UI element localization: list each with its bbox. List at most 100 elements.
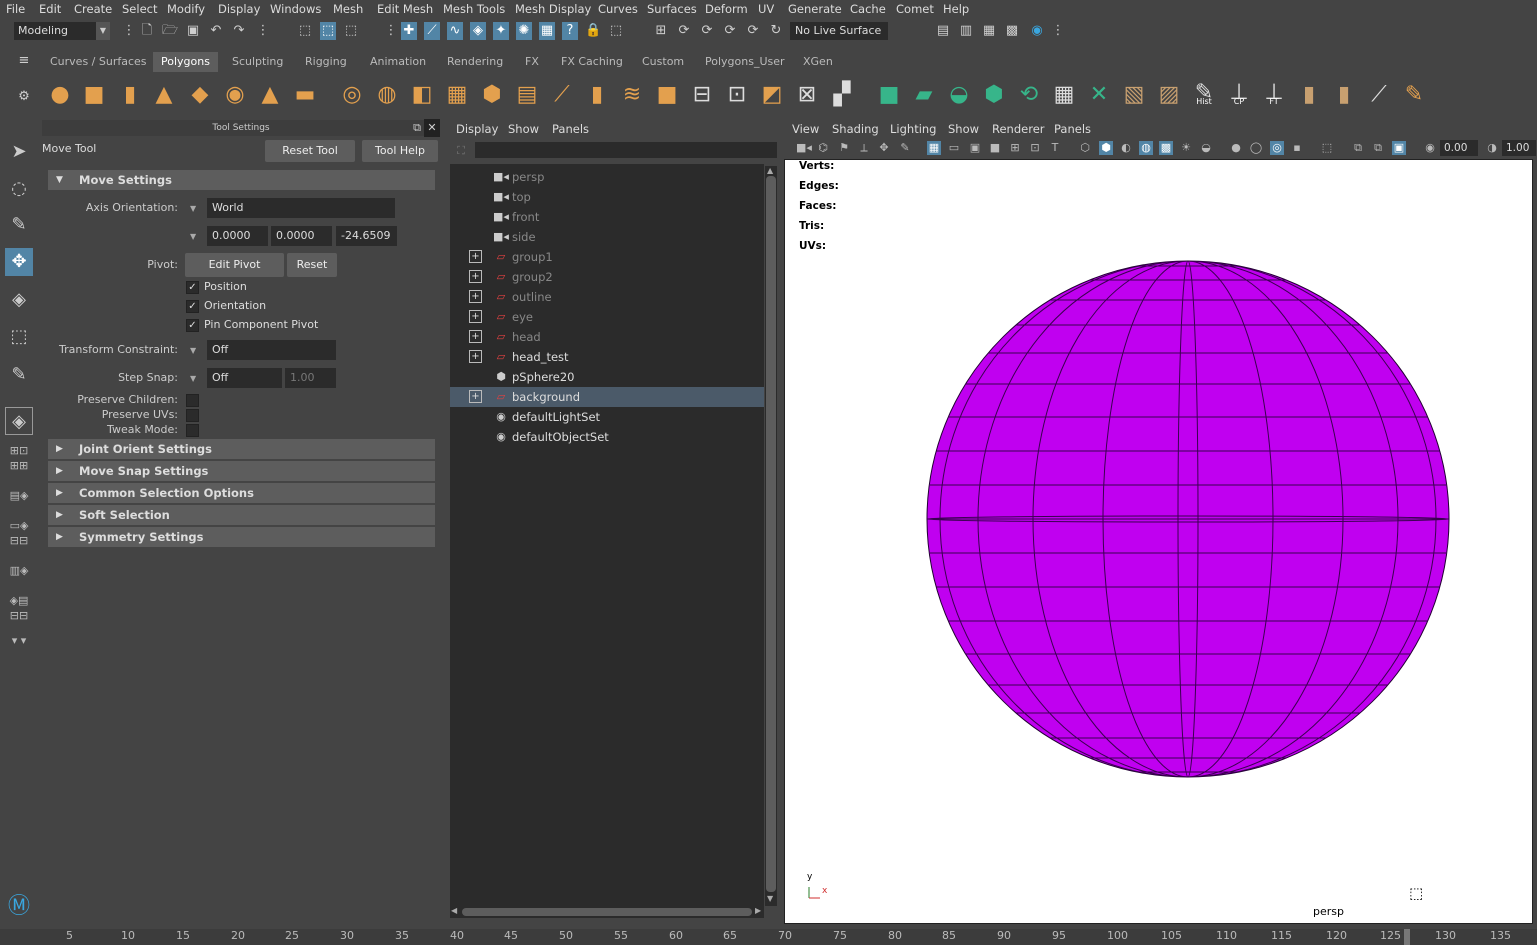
move-tool-icon[interactable]: ✥ — [5, 248, 33, 276]
tab-rendering[interactable]: Rendering — [439, 52, 511, 72]
expand-icon[interactable]: + — [469, 290, 482, 303]
outliner-layout-icon[interactable]: ▤◈ — [5, 489, 33, 503]
gamma-field[interactable]: 1.00 — [1502, 140, 1536, 156]
list-item[interactable]: + ▱ head — [450, 327, 764, 347]
menu-select[interactable]: Select — [122, 2, 157, 16]
menu-edit[interactable]: Edit — [39, 2, 61, 16]
poly-plane-icon[interactable]: ◆ — [186, 80, 214, 108]
preserve-children-checkbox[interactable] — [186, 394, 199, 407]
persp-graph-layout-icon[interactable]: ⊟⊟ — [5, 534, 33, 548]
texture-grid-icon[interactable]: ▨ — [1155, 80, 1183, 108]
texture-icon[interactable]: ▧ — [1120, 80, 1148, 108]
select-by-handle-icon[interactable]: ✚ — [401, 22, 417, 40]
list-item[interactable]: ◉ defaultObjectSet — [450, 427, 764, 447]
wireframe-icon[interactable]: ⬡ — [1078, 141, 1092, 155]
menu-modify[interactable]: Modify — [167, 2, 205, 16]
anti-aliasing-icon[interactable]: ◎ — [1270, 141, 1284, 155]
transform-constraint-select[interactable]: Off — [207, 340, 336, 360]
gear-icon[interactable]: ⚙ — [16, 88, 32, 106]
render-frame-icon[interactable]: ▥ — [958, 22, 974, 40]
maya-logo-icon[interactable]: Ⓜ — [5, 893, 33, 921]
float-panel-icon[interactable]: ⧉ — [409, 119, 425, 137]
list-item[interactable]: + ▱ background — [450, 387, 764, 407]
automatic-mapping-icon[interactable]: ⬢ — [980, 80, 1008, 108]
hypershade-layout-icon[interactable]: ▥◈ — [5, 564, 33, 578]
expand-icon[interactable]: + — [469, 270, 482, 283]
merge-icon[interactable]: ▞ — [828, 80, 856, 108]
chevron-down-icon[interactable]: ▼ — [190, 232, 196, 241]
tab-fx-caching[interactable]: FX Caching — [553, 52, 631, 72]
list-item[interactable]: ■◂ persp — [450, 167, 764, 187]
xray-joints-icon[interactable]: ⧉ — [1371, 141, 1385, 155]
snap-view-plane-icon[interactable]: ⟳ — [722, 22, 738, 40]
select-tool-icon[interactable]: ➤ — [5, 138, 33, 166]
exposure-field[interactable]: 0.00 — [1440, 140, 1478, 156]
symmetry-settings-header[interactable]: ▶ Symmetry Settings — [48, 527, 435, 547]
xray-components-icon[interactable]: ▣ — [1392, 141, 1406, 155]
move-settings-header[interactable]: ▼ Move Settings — [48, 170, 435, 190]
select-hierarchy-icon[interactable]: ⬚ — [297, 22, 313, 40]
safe-action-icon[interactable]: ⊡ — [1028, 141, 1042, 155]
list-item[interactable]: ◉ defaultLightSet — [450, 407, 764, 427]
redo-icon[interactable]: ↷ — [231, 22, 247, 40]
menu-edit-mesh[interactable]: Edit Mesh — [377, 2, 433, 16]
list-item[interactable]: ■◂ side — [450, 227, 764, 247]
menu-display[interactable]: Display — [218, 2, 260, 16]
viewport-menu-renderer[interactable]: Renderer — [992, 122, 1045, 136]
mirror-icon[interactable]: ◧ — [408, 80, 436, 108]
filter-icon[interactable]: ⛶ — [453, 142, 469, 160]
combine-icon[interactable]: ◎ — [338, 80, 366, 108]
menu-generate[interactable]: Generate — [788, 2, 842, 16]
extrude-icon[interactable]: ⟋ — [548, 80, 576, 108]
render-layout-icon[interactable]: ⊟⊟ — [5, 609, 33, 623]
close-icon[interactable]: ✕ — [424, 119, 440, 137]
tab-curves-surfaces[interactable]: Curves / Surfaces — [42, 52, 155, 72]
poly-cone-icon[interactable]: ▲ — [150, 80, 178, 108]
bevel-icon[interactable]: ≋ — [618, 80, 646, 108]
tab-sculpting[interactable]: Sculpting — [224, 52, 291, 72]
list-item[interactable]: ■◂ front — [450, 207, 764, 227]
snap-magnet-icon[interactable]: ↻ — [768, 22, 784, 40]
lasso-tool-icon[interactable]: ◌ — [5, 175, 33, 203]
planar-mapping-icon[interactable]: ■ — [875, 80, 903, 108]
highlight-select-icon[interactable]: ⬚ — [608, 22, 624, 40]
layout-menu-icon[interactable]: ▾ ▾ — [5, 634, 33, 648]
menu-uv[interactable]: UV — [758, 2, 774, 16]
select-by-joint-icon[interactable]: ⟋ — [424, 22, 440, 40]
gamma-icon[interactable]: ◑ — [1485, 141, 1499, 155]
isolate-select-icon[interactable]: ⬚ — [1320, 141, 1334, 155]
poly-torus-icon[interactable]: ◉ — [221, 80, 249, 108]
list-item[interactable]: + ▱ outline — [450, 287, 764, 307]
poly-pipe-icon[interactable]: ▬ — [291, 80, 319, 108]
tab-polygons[interactable]: Polygons — [153, 52, 218, 72]
axis-orientation-select[interactable]: World — [207, 198, 395, 218]
axis-y-field[interactable]: 0.0000 — [271, 226, 332, 246]
select-object-icon[interactable]: ⬚ — [320, 22, 336, 40]
sphere-mesh[interactable] — [920, 255, 1460, 790]
new-scene-icon[interactable]: 🗋 — [139, 22, 155, 40]
default-material-icon[interactable]: ◐ — [1119, 141, 1133, 155]
snap-curve-icon[interactable]: ⟳ — [676, 22, 692, 40]
viewport-menu-show[interactable]: Show — [948, 122, 979, 136]
list-item[interactable]: + ▱ head_test — [450, 347, 764, 367]
current-time-marker[interactable] — [1404, 929, 1410, 945]
reset-pivot-button[interactable]: Reset — [287, 253, 337, 277]
xray-icon[interactable]: ⧉ — [1351, 141, 1365, 155]
uv-layout-icon[interactable]: ◈▤ — [5, 594, 33, 608]
grease-pencil-icon[interactable]: ✎ — [898, 141, 912, 155]
smooth-shade-icon[interactable]: ⬢ — [1099, 141, 1113, 155]
scroll-up-icon[interactable]: ▲ — [767, 166, 773, 175]
multi-cut-icon[interactable]: ⊟ — [688, 80, 716, 108]
bookmark-icon[interactable]: ⚑ — [837, 141, 851, 155]
axis-z-field[interactable]: -24.6509 — [336, 226, 397, 246]
list-item[interactable]: ⬢ pSphere20 — [450, 367, 764, 387]
exposure-icon[interactable]: ◉ — [1423, 141, 1437, 155]
list-item[interactable]: + ▱ group1 — [450, 247, 764, 267]
select-by-dynamic-icon[interactable]: ✺ — [516, 22, 532, 40]
list-item[interactable]: ■◂ top — [450, 187, 764, 207]
use-all-lights-icon[interactable]: ☀ — [1179, 141, 1193, 155]
outliner-menu-show[interactable]: Show — [508, 122, 539, 136]
ipr-render-icon[interactable]: ▦ — [981, 22, 997, 40]
select-by-deformer-icon[interactable]: ✦ — [493, 22, 509, 40]
open-scene-icon[interactable]: 🗁 — [162, 22, 178, 40]
